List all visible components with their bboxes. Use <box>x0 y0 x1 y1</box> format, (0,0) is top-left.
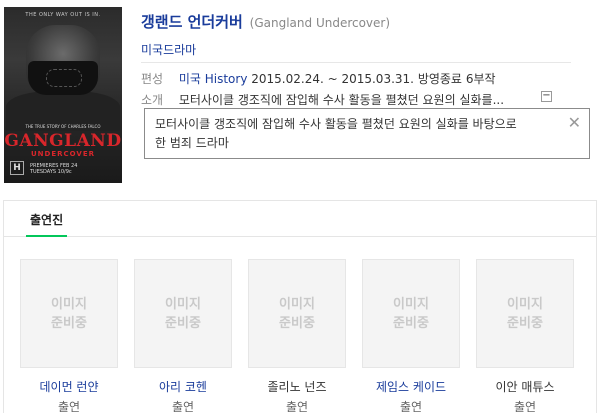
title-row: 갱랜드 언더커버 (Gangland Undercover) <box>141 11 390 32</box>
cast-image-placeholder[interactable]: 이미지 준비중 <box>20 259 118 368</box>
cast-item: 이미지 준비중 제임스 케이드 출연 <box>362 259 460 413</box>
cast-name: 이안 매튜스 <box>495 380 555 394</box>
cast-image-placeholder[interactable]: 이미지 준비중 <box>134 259 232 368</box>
schedule-row: 편성 미국 History 2015.02.24. ~ 2015.03.31. … <box>141 70 496 87</box>
cast-role: 출연 <box>513 400 537 413</box>
cast-name-link[interactable]: 제임스 케이드 <box>362 378 460 395</box>
cast-image-placeholder[interactable]: 이미지 준비중 <box>476 259 574 368</box>
synopsis-tooltip: 모터사이클 갱조직에 잠입해 수사 활동을 펼쳤던 요원의 실화를 바탕으로 한… <box>144 108 590 159</box>
cast-role: 출연 <box>285 400 309 413</box>
placeholder-text: 이미지 준비중 <box>165 296 201 331</box>
placeholder-text: 이미지 준비중 <box>51 296 87 331</box>
cast-item: 이미지 준비중 데이먼 런얀 출연 <box>20 259 118 413</box>
cast-name-link[interactable]: 아리 코헨 <box>134 378 232 395</box>
cast-item: 이미지 준비중 이안 매튜스 출연 <box>476 259 574 413</box>
tab-cast[interactable]: 출연진 <box>26 201 68 237</box>
poster-small-subtitle: THE TRUE STORY OF CHARLES FALCO <box>25 124 101 129</box>
placeholder-text: 이미지 준비중 <box>393 296 429 331</box>
cast-role: 출연 <box>399 400 423 413</box>
cast-role: 출연 <box>171 400 195 413</box>
date-range: 2015.02.24. ~ 2015.03.31. <box>251 72 414 86</box>
cast-name: 졸리노 넌즈 <box>267 380 327 394</box>
poster-title-line1: GANGLAND <box>4 131 122 151</box>
synopsis-short: 모터사이클 갱조직에 잠입해 수사 활동을 펼쳤던 요원의 실화를... <box>178 93 505 107</box>
status: 방영종료 <box>417 72 462 86</box>
title-link[interactable]: 갱랜드 언더커버 <box>141 13 243 31</box>
close-icon[interactable]: ✕ <box>568 113 581 132</box>
episode-count: 6부작 <box>465 72 496 86</box>
poster-title-line2: UNDERCOVER <box>30 150 95 158</box>
cast-item: 이미지 준비중 졸리노 넌즈 출연 <box>248 259 346 413</box>
history-logo-icon: H <box>10 161 24 175</box>
synopsis-row: 소개 모터사이클 갱조직에 잠입해 수사 활동을 펼쳤던 요원의 실화를... <box>141 91 504 108</box>
poster-image[interactable]: THE ONLY WAY OUT IS IN. THE TRUE STORY O… <box>4 7 122 183</box>
placeholder-text: 이미지 준비중 <box>279 296 315 331</box>
title-original: (Gangland Undercover) <box>249 16 391 30</box>
poster-premiere: PREMIERES FEB 24 TUESDAYS 10/9c <box>30 163 77 175</box>
cast-image-placeholder[interactable]: 이미지 준비중 <box>362 259 460 368</box>
poster-premiere-line2: TUESDAYS 10/9c <box>30 169 72 175</box>
cast-image-placeholder[interactable]: 이미지 준비중 <box>248 259 346 368</box>
broadcaster-link[interactable]: 미국 History <box>179 72 248 86</box>
poster-bandana <box>28 61 98 95</box>
cast-item: 이미지 준비중 아리 코헨 출연 <box>134 259 232 413</box>
poster-tagline: THE ONLY WAY OUT IS IN. <box>25 12 101 18</box>
genre-link[interactable]: 미국드라마 <box>141 41 196 58</box>
tooltip-text-line1: 모터사이클 갱조직에 잠입해 수사 활동을 펼쳤던 요원의 실화를 바탕으로 <box>155 117 517 131</box>
cast-section: 출연진 이미지 준비중 데이먼 런얀 출연 이미지 준비중 아리 코헨 출연 이… <box>3 200 597 413</box>
collapse-synopsis-button[interactable]: − <box>541 91 552 102</box>
tooltip-text-line2: 한 범죄 드라마 <box>155 136 229 150</box>
placeholder-text: 이미지 준비중 <box>507 296 543 331</box>
cast-role: 출연 <box>57 400 81 413</box>
schedule-label: 편성 <box>141 72 164 86</box>
divider <box>141 62 571 63</box>
synopsis-label: 소개 <box>141 93 164 107</box>
cast-name-link[interactable]: 데이먼 런얀 <box>20 378 118 395</box>
cast-tabbar: 출연진 <box>4 201 596 237</box>
